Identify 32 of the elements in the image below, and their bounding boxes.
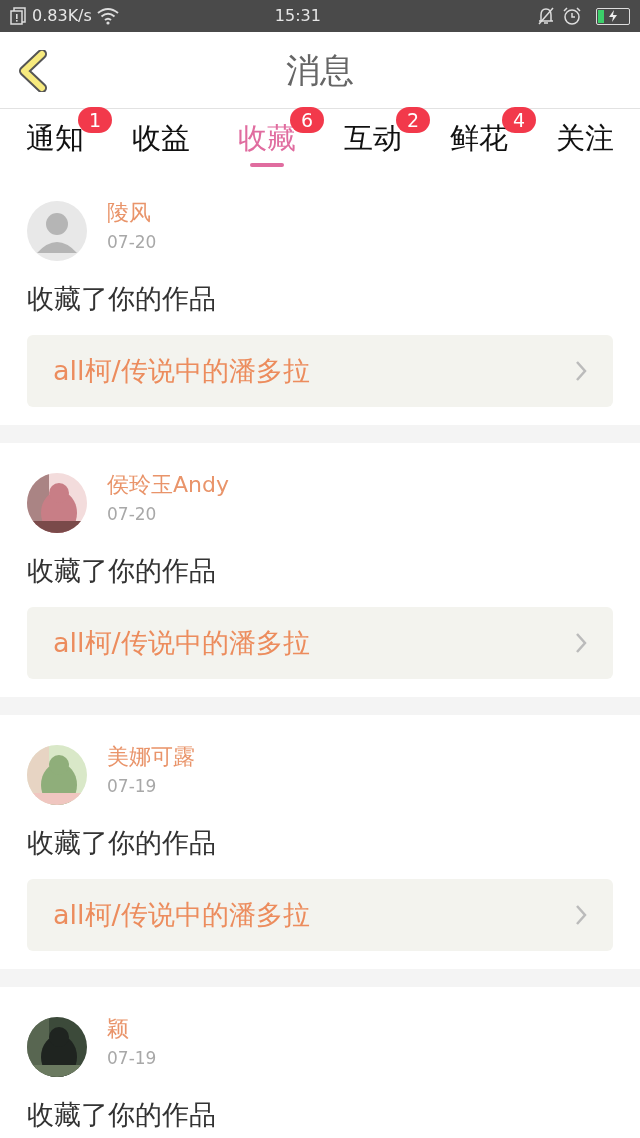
message-text: 收藏了你的作品: [27, 554, 217, 588]
work-link[interactable]: all柯/传说中的潘多拉: [27, 879, 613, 951]
muted-bell-icon: [536, 6, 556, 26]
work-link[interactable]: all柯/传说中的潘多拉: [27, 607, 613, 679]
avatar-icon: [27, 201, 87, 261]
sim-icon: [10, 7, 26, 25]
chevron-right-icon: [575, 904, 587, 926]
chevron-right-icon: [575, 360, 587, 382]
alarm-icon: [562, 6, 582, 26]
user-name[interactable]: 陵风: [107, 197, 157, 229]
tab[interactable]: 收益: [132, 119, 190, 157]
message-date: 07-19: [107, 1047, 157, 1070]
message-text: 收藏了你的作品: [27, 282, 217, 316]
user-name[interactable]: 侯玲玉Andy: [107, 469, 229, 501]
page-title: 消息: [286, 48, 354, 92]
clock-time: 15:31: [274, 5, 322, 27]
tab-indicator: [250, 163, 284, 167]
user-name[interactable]: 颖: [107, 1013, 157, 1045]
network-speed: 0.83K/s: [32, 5, 92, 27]
wifi-icon: [95, 7, 120, 25]
user-name[interactable]: 美娜可露: [107, 741, 195, 773]
battery-icon: [596, 7, 630, 25]
work-link[interactable]: all柯/传说中的潘多拉: [27, 335, 613, 407]
message-text: 收藏了你的作品: [27, 1098, 217, 1132]
back-icon[interactable]: [16, 50, 48, 92]
message-text: 收藏了你的作品: [27, 826, 217, 860]
chevron-right-icon: [575, 632, 587, 654]
message-date: 07-20: [107, 503, 158, 526]
count-badge: 2: [396, 107, 430, 133]
message-date: 07-19: [107, 775, 158, 798]
message-date: 07-20: [107, 231, 157, 254]
tab[interactable]: 关注: [556, 119, 614, 157]
